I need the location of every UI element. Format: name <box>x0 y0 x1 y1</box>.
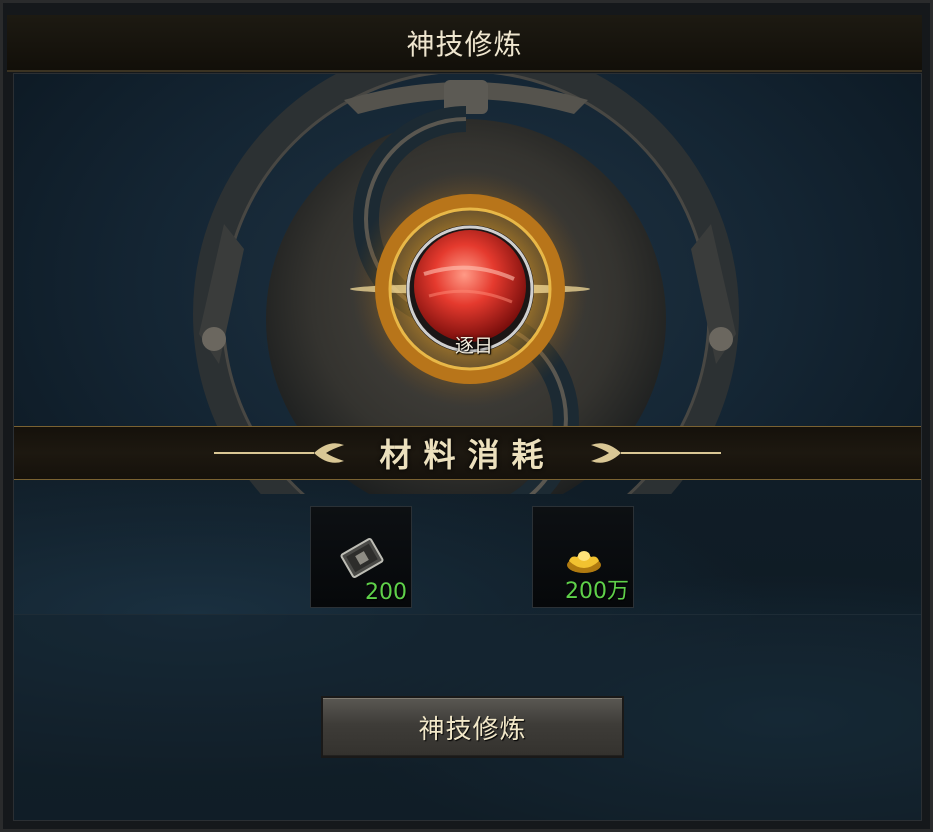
skill-name-label: 逐日 <box>454 335 493 357</box>
train-skill-button[interactable]: 神技修炼 <box>321 696 624 758</box>
window-title: 神技修炼 <box>406 27 523 61</box>
train-skill-label: 神技修炼 <box>418 714 527 745</box>
left-ornament-icon <box>214 443 344 463</box>
red-sun-orb-icon <box>414 230 526 342</box>
title-bar: 神技修炼 <box>7 15 922 72</box>
skill-training-window: 神技修炼 逐日 材料消耗 200 200万 神技修炼 <box>0 0 933 832</box>
training-panel: 逐日 材料消耗 200 200万 神技修炼 <box>13 73 922 821</box>
material-slot-book[interactable]: 200 <box>310 506 412 608</box>
book-quantity: 200 <box>365 580 407 605</box>
right-ornament-icon <box>591 443 721 463</box>
materials-heading: 材料消耗 <box>379 436 556 474</box>
gold-quantity: 200万 <box>565 579 629 604</box>
lower-background <box>14 479 921 820</box>
material-slot-gold[interactable]: 200万 <box>532 506 634 608</box>
skill-book-icon <box>340 537 384 579</box>
materials-banner: 材料消耗 <box>14 426 921 480</box>
